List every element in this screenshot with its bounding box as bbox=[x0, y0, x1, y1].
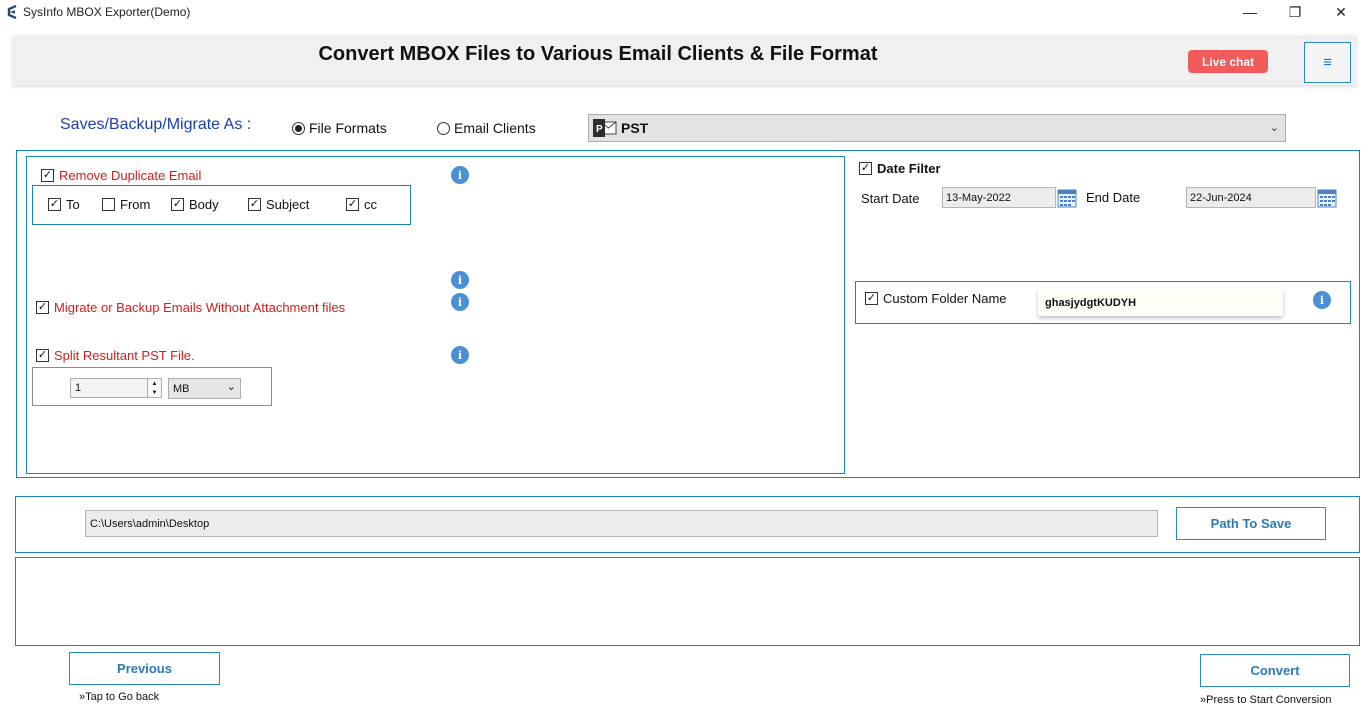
previous-hint: »Tap to Go back bbox=[79, 691, 160, 703]
page-title: Convert MBOX Files to Various Email Clie… bbox=[318, 43, 878, 65]
field-label: cc bbox=[364, 197, 377, 212]
window-title: SysInfo MBOX Exporter(Demo) bbox=[23, 5, 191, 19]
custom-folder-label: Custom Folder Name bbox=[883, 291, 1007, 306]
save-as-label: Saves/Backup/Migrate As : bbox=[60, 116, 252, 133]
start-date-label: Start Date bbox=[861, 191, 920, 206]
field-label: To bbox=[66, 197, 80, 212]
close-button[interactable]: ✕ bbox=[1318, 0, 1364, 24]
remove-duplicate-checkbox[interactable]: ✓ bbox=[41, 169, 54, 182]
calendar-icon[interactable] bbox=[1057, 188, 1077, 208]
custom-folder-option[interactable]: ✓ Custom Folder Name bbox=[865, 291, 1007, 306]
radio-label: File Formats bbox=[309, 120, 387, 136]
svg-text:P: P bbox=[596, 124, 603, 135]
info-icon[interactable]: i bbox=[451, 293, 469, 311]
path-field[interactable]: C:\Users\admin\Desktop bbox=[85, 510, 1158, 537]
dup-field-cc[interactable]: ✓ cc bbox=[346, 197, 377, 212]
custom-folder-input[interactable]: ghasjydgtKUDYH bbox=[1038, 289, 1283, 316]
stepper-up-icon[interactable]: ▲ bbox=[152, 381, 158, 387]
without-attachment-label: Migrate or Backup Emails Without Attachm… bbox=[54, 300, 346, 315]
info-icon[interactable]: i bbox=[451, 346, 469, 364]
radio-button[interactable] bbox=[437, 121, 450, 135]
without-attachment-checkbox[interactable]: ✓ bbox=[36, 301, 49, 314]
dup-field-from[interactable]: From bbox=[102, 197, 150, 212]
end-date-label: End Date bbox=[1086, 190, 1141, 205]
split-pst-option[interactable]: ✓ Split Resultant PST File. bbox=[36, 348, 195, 363]
stepper-down-icon[interactable]: ▼ bbox=[152, 390, 158, 396]
remove-duplicate-label: Remove Duplicate Email bbox=[59, 168, 202, 183]
checkbox[interactable]: ✓ bbox=[248, 198, 261, 211]
field-label: From bbox=[120, 197, 151, 212]
remove-duplicate-option[interactable]: ✓ Remove Duplicate Email bbox=[41, 168, 201, 183]
split-pst-checkbox[interactable]: ✓ bbox=[36, 349, 49, 362]
log-panel bbox=[15, 557, 1360, 646]
chevron-down-icon: ⌄ bbox=[1269, 122, 1279, 134]
without-attachment-option[interactable]: ✓ Migrate or Backup Emails Without Attac… bbox=[36, 300, 345, 315]
checkbox[interactable]: ✓ bbox=[171, 198, 184, 211]
menu-button[interactable]: ≡ bbox=[1304, 42, 1351, 83]
split-size-stepper[interactable]: 1 ▲ ▼ bbox=[70, 378, 162, 398]
field-label: Body bbox=[189, 197, 219, 212]
dup-field-subject[interactable]: ✓ Subject bbox=[248, 197, 309, 212]
date-filter-label: Date Filter bbox=[877, 161, 941, 176]
calendar-icon[interactable] bbox=[1317, 188, 1337, 208]
stepper-buttons[interactable]: ▲ ▼ bbox=[147, 379, 161, 397]
split-pst-label: Split Resultant PST File. bbox=[54, 348, 195, 363]
checkbox[interactable]: ✓ bbox=[48, 198, 61, 211]
date-filter-checkbox[interactable]: ✓ bbox=[859, 162, 872, 175]
split-unit-dropdown[interactable]: MB ⌄ bbox=[168, 378, 241, 399]
dup-field-to[interactable]: ✓ To bbox=[48, 197, 80, 212]
convert-button[interactable]: Convert bbox=[1200, 654, 1350, 687]
custom-folder-checkbox[interactable]: ✓ bbox=[865, 292, 878, 305]
live-chat-button[interactable]: Live chat bbox=[1188, 50, 1268, 73]
previous-button[interactable]: Previous bbox=[69, 652, 220, 685]
start-date-field[interactable]: 13-May-2022 bbox=[942, 187, 1056, 208]
date-filter-option[interactable]: ✓ Date Filter bbox=[859, 161, 941, 176]
end-date-field[interactable]: 22-Jun-2024 bbox=[1186, 187, 1316, 208]
radio-label: Email Clients bbox=[454, 120, 536, 136]
hamburger-icon: ≡ bbox=[1323, 54, 1332, 71]
checkbox[interactable]: ✓ bbox=[346, 198, 359, 211]
info-icon[interactable]: i bbox=[1313, 291, 1331, 309]
convert-hint: »Press to Start Conversion bbox=[1200, 694, 1332, 706]
dup-field-body[interactable]: ✓ Body bbox=[171, 197, 219, 212]
radio-file-formats[interactable]: File Formats bbox=[292, 120, 387, 136]
radio-email-clients[interactable]: Email Clients bbox=[437, 120, 536, 136]
split-size-value: 1 bbox=[75, 382, 82, 394]
restore-button[interactable]: ❐ bbox=[1272, 0, 1318, 24]
info-icon[interactable]: i bbox=[451, 271, 469, 289]
minimize-button[interactable]: — bbox=[1227, 0, 1273, 24]
outlook-pst-icon: P bbox=[593, 119, 617, 137]
checkbox[interactable] bbox=[102, 198, 115, 211]
info-icon[interactable]: i bbox=[451, 166, 469, 184]
chevron-down-icon: ⌄ bbox=[226, 381, 236, 393]
split-unit-value: MB bbox=[173, 382, 190, 395]
format-dropdown[interactable]: P PST ⌄ bbox=[588, 114, 1286, 142]
field-label: Subject bbox=[266, 197, 310, 212]
selected-format: PST bbox=[621, 120, 649, 136]
path-to-save-button[interactable]: Path To Save bbox=[1176, 507, 1326, 540]
app-logo-icon bbox=[7, 5, 17, 19]
radio-button[interactable] bbox=[292, 121, 305, 135]
